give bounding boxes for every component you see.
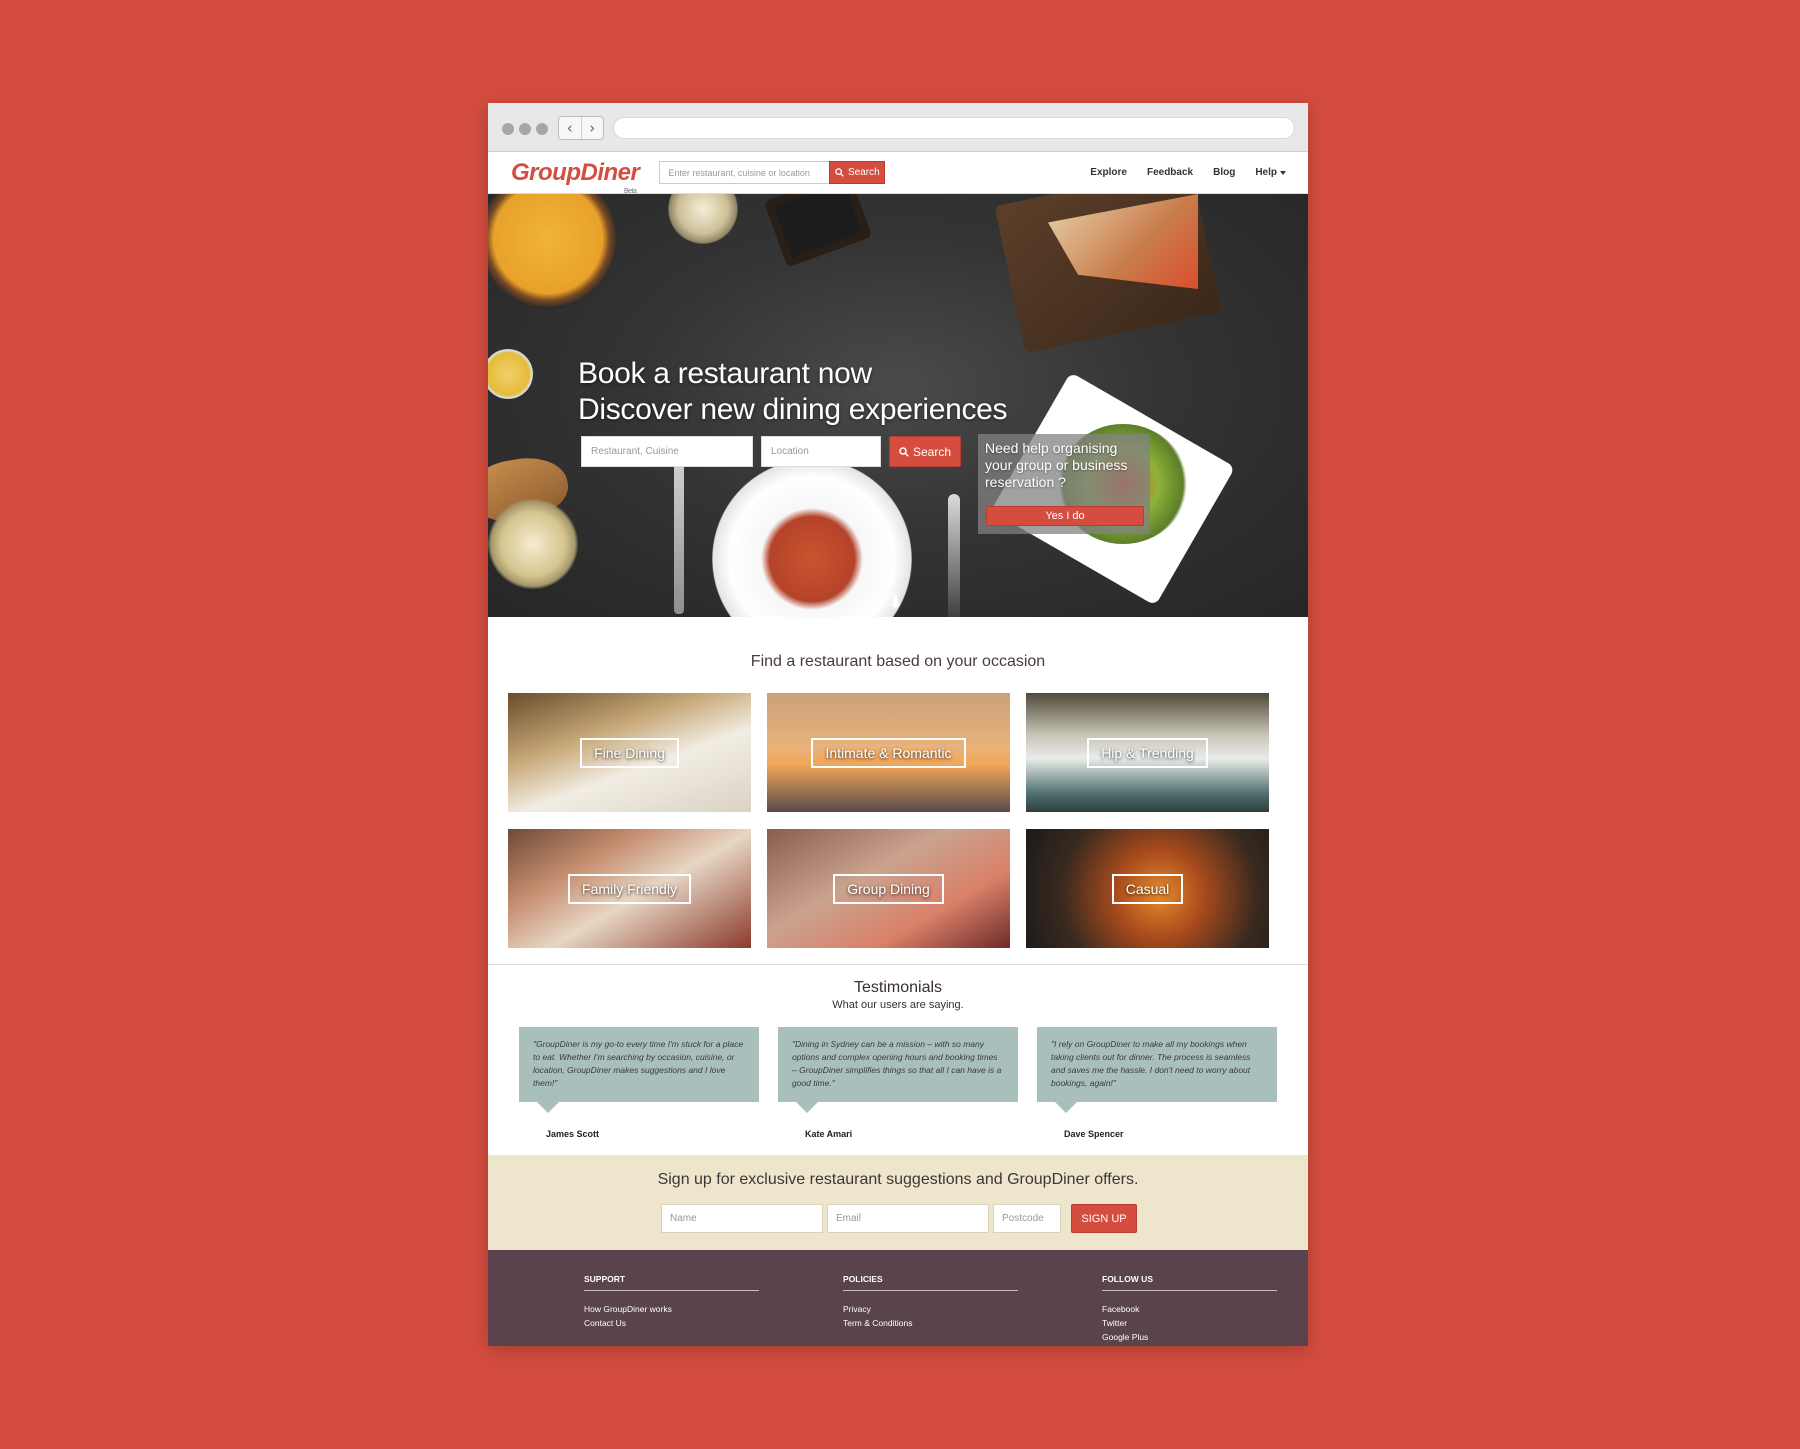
browser-nav-buttons: ‹ › (558, 116, 604, 140)
tile-label: Casual (1111, 873, 1184, 904)
tile-group-dining[interactable]: Group Dining (767, 829, 1010, 948)
back-arrow-icon[interactable]: ‹ (559, 117, 581, 139)
hero-title-line2: Discover new dining experiences (578, 393, 1008, 426)
testimonial-quote: "GroupDiner is my go-to every time I'm s… (519, 1027, 759, 1113)
knife-image (948, 494, 960, 617)
tile-fine-dining[interactable]: Fine Dining (508, 693, 751, 812)
testimonial: "GroupDiner is my go-to every time I'm s… (519, 1027, 759, 1139)
testimonial: "Dining in Sydney can be a mission – wit… (778, 1027, 1018, 1139)
footer-link[interactable]: Privacy (843, 1302, 1018, 1316)
footer-col-policies: POLICIES Privacy Term & Conditions (843, 1274, 1018, 1330)
footer-link[interactable]: Contact Us (584, 1316, 759, 1330)
testimonial-author: Kate Amari (805, 1129, 853, 1139)
footer-heading: SUPPORT (584, 1274, 759, 1291)
signup-section: Sign up for exclusive restaurant suggest… (488, 1155, 1308, 1250)
footer-link[interactable]: Google Plus (1102, 1330, 1277, 1344)
header-search-input[interactable]: Enter restaurant, cuisine or location (659, 161, 830, 184)
search-icon (899, 446, 909, 457)
site-footer: SUPPORT How GroupDiner works Contact Us … (488, 1250, 1308, 1346)
tile-label: Fine Dining (580, 737, 679, 768)
cheese-bowl-image (488, 349, 533, 399)
header-search: Enter restaurant, cuisine or location Se… (659, 161, 886, 184)
logo-text: GroupDiner (511, 158, 640, 186)
section-divider (488, 964, 1308, 965)
footer-heading: FOLLOW US (1102, 1274, 1277, 1291)
window-minimize-dot[interactable] (519, 123, 531, 135)
pasta-dish-image (488, 194, 618, 309)
cuisine-input[interactable]: Restaurant, Cuisine (581, 436, 753, 467)
signup-button[interactable]: SIGN UP (1071, 1204, 1137, 1233)
nav-blog[interactable]: Blog (1213, 167, 1235, 178)
testimonial-author: Dave Spencer (1064, 1129, 1124, 1139)
hero-search-label: Search (912, 444, 952, 459)
nav-feedback[interactable]: Feedback (1147, 167, 1193, 178)
signup-title: Sign up for exclusive restaurant suggest… (657, 1171, 1139, 1188)
groupdiner-logo[interactable]: GroupDiner Beta (511, 158, 640, 195)
footer-link[interactable]: Twitter (1102, 1316, 1277, 1330)
hero-title: Book a restaurant now Discover new dinin… (578, 356, 1008, 428)
group-help-box: Need help organising your group or busin… (978, 434, 1150, 534)
tile-family-friendly[interactable]: Family Friendly (508, 829, 751, 948)
footer-link[interactable]: Term & Conditions (843, 1316, 1018, 1330)
tile-hip-trending[interactable]: Hip & Trending (1026, 693, 1269, 812)
occasion-title: Find a restaurant based on your occasion (750, 653, 1046, 670)
footer-col-support: SUPPORT How GroupDiner works Contact Us (584, 1274, 759, 1330)
testimonial-quote: "I rely on GroupDiner to make all my boo… (1037, 1027, 1277, 1113)
footer-link[interactable]: Facebook (1102, 1302, 1277, 1316)
postcode-field[interactable]: Postcode (993, 1204, 1061, 1233)
fork-image (674, 464, 684, 614)
signup-form: Name Email Postcode SIGN UP (661, 1204, 1137, 1233)
testimonials-title: Testimonials (853, 979, 943, 996)
forward-arrow-icon[interactable]: › (580, 117, 604, 139)
location-input[interactable]: Location (761, 436, 881, 467)
footer-link[interactable]: How GroupDiner works (584, 1302, 759, 1316)
site-header: GroupDiner Beta Enter restaurant, cuisin… (488, 152, 1308, 195)
testimonial-author: James Scott (546, 1129, 600, 1139)
top-nav: Explore Feedback Blog Help (1090, 167, 1286, 178)
header-search-label: Search (848, 167, 880, 178)
header-search-button[interactable]: Search (829, 161, 886, 184)
caret-down-icon (1280, 170, 1286, 175)
address-bar[interactable] (613, 117, 1295, 139)
hero-banner: Book a restaurant now Discover new dinin… (488, 194, 1308, 617)
hero-search-button[interactable]: Search (889, 436, 961, 467)
nav-help-label: Help (1255, 167, 1277, 178)
wine-glass-image (488, 499, 578, 589)
footer-col-follow: FOLLOW US Facebook Twitter Google Plus (1102, 1274, 1277, 1344)
tile-intimate-romantic[interactable]: Intimate & Romantic (767, 693, 1010, 812)
yes-i-do-button[interactable]: Yes I do (986, 506, 1144, 526)
tile-label: Hip & Trending (1087, 737, 1208, 768)
tile-casual[interactable]: Casual (1026, 829, 1269, 948)
name-field[interactable]: Name (661, 1204, 823, 1233)
browser-toolbar: ‹ › (488, 103, 1308, 152)
search-icon (835, 168, 844, 177)
nav-help[interactable]: Help (1255, 167, 1286, 178)
testimonial: "I rely on GroupDiner to make all my boo… (1037, 1027, 1277, 1139)
hero-title-line1: Book a restaurant now (578, 357, 872, 390)
wine-glass-image (668, 194, 738, 244)
testimonials-subtitle: What our users are saying. (832, 999, 964, 1011)
tile-label: Family Friendly (568, 873, 691, 904)
window-zoom-dot[interactable] (536, 123, 548, 135)
testimonials-list: "GroupDiner is my go-to every time I'm s… (519, 1027, 1308, 1139)
tile-label: Group Dining (833, 873, 944, 904)
hero-search-form: Restaurant, Cuisine Location Search (581, 436, 961, 467)
browser-window: ‹ › GroupDiner Beta Enter restaurant, cu… (488, 103, 1308, 1346)
group-help-text: Need help organising your group or busin… (985, 440, 1128, 490)
occasion-grid: Fine Dining Intimate & Romantic Hip & Tr… (508, 693, 1308, 948)
email-field[interactable]: Email (827, 1204, 989, 1233)
testimonial-quote: "Dining in Sydney can be a mission – wit… (778, 1027, 1018, 1113)
tile-label: Intimate & Romantic (811, 737, 966, 768)
board-dish-image (763, 194, 873, 268)
window-close-dot[interactable] (502, 123, 514, 135)
nav-explore[interactable]: Explore (1090, 167, 1127, 178)
arrow-down-icon[interactable]: ⬇ (888, 592, 903, 613)
meatball-plate-image (712, 459, 912, 617)
footer-heading: POLICIES (843, 1274, 1018, 1291)
